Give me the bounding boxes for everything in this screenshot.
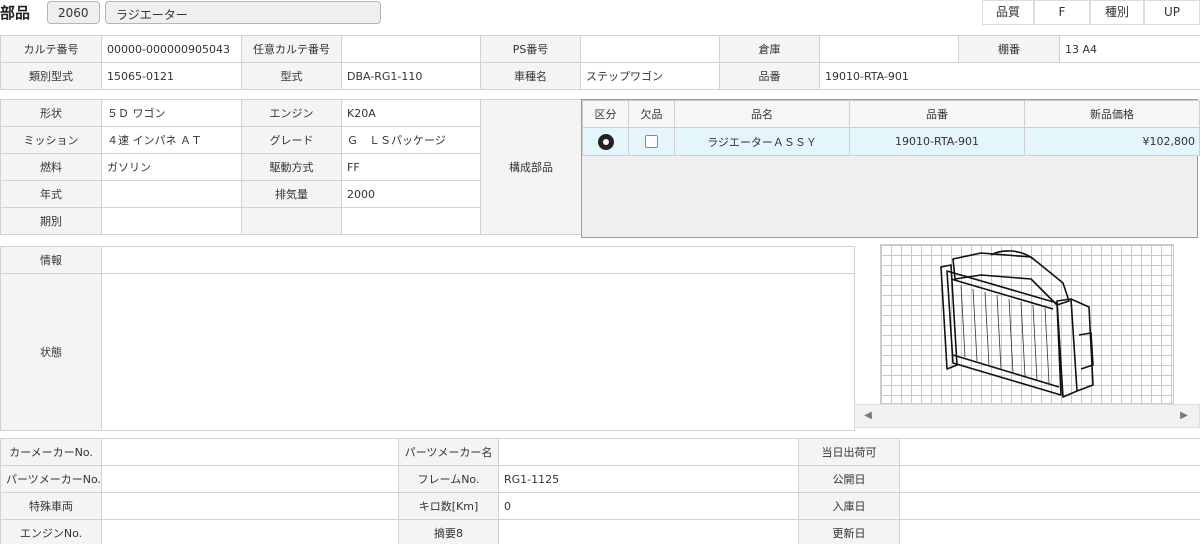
- quality-label: 品質: [982, 0, 1034, 25]
- class-model-label: 類別型式: [0, 62, 102, 90]
- part-no-label: 品番: [719, 62, 820, 90]
- col-part-no: 品番: [849, 100, 1025, 128]
- scroll-right-icon[interactable]: ▶: [1177, 409, 1191, 423]
- engine-value: K20A: [341, 99, 481, 127]
- karte-no-value: 00000-000000905043: [101, 35, 242, 63]
- col-item-name: 品名: [674, 100, 850, 128]
- year-label: 年式: [0, 180, 102, 208]
- row-item-name: ラジエーターＡＳＳＹ: [674, 127, 850, 156]
- part-code-field[interactable]: 2060: [47, 1, 100, 24]
- updated-date-label: 更新日: [798, 519, 900, 544]
- car-name-label: 車種名: [480, 62, 581, 90]
- table-row[interactable]: ラジエーターＡＳＳＹ 19010-RTA-901 ¥102,800: [582, 127, 1200, 156]
- col-new-price: 新品価格: [1024, 100, 1200, 128]
- parts-maker-no-value: [101, 465, 399, 493]
- class-model-value: 15065-0121: [101, 62, 242, 90]
- empty-label: [241, 207, 342, 235]
- shape-label: 形状: [0, 99, 102, 127]
- shelf-label: 棚番: [958, 35, 1060, 63]
- period-label: 期別: [0, 207, 102, 235]
- parts-maker-name-label: パーツメーカー名: [398, 438, 499, 466]
- page-title: 部品: [0, 4, 31, 22]
- displacement-label: 排気量: [241, 180, 342, 208]
- shelf-value: 13 A4: [1059, 35, 1200, 63]
- summary8-value: [498, 519, 799, 544]
- grade-label: グレード: [241, 126, 342, 154]
- notes-table: 情報 状態: [0, 246, 855, 431]
- top-bar: 部品 2060 ラジエーター 品質 F 種別 UP: [0, 0, 1200, 30]
- car-name-value: ステップワゴン: [580, 62, 720, 90]
- summary8-label: 摘要8: [398, 519, 499, 544]
- model-value: DBA-RG1-110: [341, 62, 481, 90]
- period-value: [101, 207, 242, 235]
- ps-no-label: PS番号: [480, 35, 581, 63]
- shape-value: ５Ｄ ワゴン: [101, 99, 242, 127]
- disc-icon: [597, 133, 614, 150]
- warehouse-value: [819, 35, 959, 63]
- mission-value: ４速 インパネ ＡＴ: [101, 126, 242, 154]
- drive-value: FF: [341, 153, 481, 181]
- type-value: UP: [1144, 0, 1200, 25]
- mileage-value: 0: [498, 492, 799, 520]
- same-day-value: [899, 438, 1200, 466]
- arrival-date-value: [899, 492, 1200, 520]
- car-maker-no-label: カーメーカーNo.: [0, 438, 102, 466]
- publish-date-value: [899, 465, 1200, 493]
- part-no-value: 19010-RTA-901: [819, 62, 1200, 90]
- info-value: [101, 246, 855, 274]
- parts-maker-name-value: [498, 438, 799, 466]
- publish-date-label: 公開日: [798, 465, 900, 493]
- opt-karte-value: [341, 35, 481, 63]
- parts-maker-no-label: パーツメーカーNo.: [0, 465, 102, 493]
- updated-date-value: [899, 519, 1200, 544]
- status-label: 状態: [0, 273, 102, 431]
- warehouse-label: 倉庫: [719, 35, 820, 63]
- opt-karte-label: 任意カルテ番号: [241, 35, 342, 63]
- karte-info-table: カルテ番号 00000-000000905043 任意カルテ番号 PS番号 倉庫…: [0, 35, 1200, 90]
- frame-no-value: RG1-1125: [498, 465, 799, 493]
- components-table: 区分 欠品 品名 品番 新品価格 ラジエーターＡＳＳＹ 19010-RTA-90…: [582, 100, 1200, 156]
- grade-value: Ｇ ＬＳパッケージ: [341, 126, 481, 154]
- status-value: [101, 273, 855, 431]
- col-kubun: 区分: [582, 100, 629, 128]
- same-day-label: 当日出荷可: [798, 438, 900, 466]
- part-name-field[interactable]: ラジエーター: [105, 1, 381, 24]
- car-maker-no-value: [101, 438, 399, 466]
- components-label: 構成部品: [480, 99, 582, 235]
- displacement-value: 2000: [341, 180, 481, 208]
- engine-no-label: エンジンNo.: [0, 519, 102, 544]
- arrival-date-label: 入庫日: [798, 492, 900, 520]
- type-label: 種別: [1090, 0, 1144, 25]
- mileage-label: キロ数[Km]: [398, 492, 499, 520]
- part-image-viewer: ◀ ▶: [854, 244, 1200, 430]
- quality-value: F: [1034, 0, 1090, 25]
- frame-no-label: フレームNo.: [398, 465, 499, 493]
- spec-table: 形状 ５Ｄ ワゴン エンジン K20A 構成部品 ミッション ４速 インパネ Ａ…: [0, 99, 582, 235]
- part-image[interactable]: [880, 244, 1174, 404]
- year-value: [101, 180, 242, 208]
- image-scrollbar[interactable]: ◀ ▶: [854, 404, 1200, 428]
- model-label: 型式: [241, 62, 342, 90]
- special-vehicle-label: 特殊車両: [0, 492, 102, 520]
- engine-label: エンジン: [241, 99, 342, 127]
- empty-value: [341, 207, 481, 235]
- karte-no-label: カルテ番号: [0, 35, 102, 63]
- mission-label: ミッション: [0, 126, 102, 154]
- ps-no-value: [580, 35, 720, 63]
- drive-label: 駆動方式: [241, 153, 342, 181]
- info-label: 情報: [0, 246, 102, 274]
- row-part-no: 19010-RTA-901: [849, 127, 1025, 156]
- row-new-price: ¥102,800: [1024, 127, 1200, 156]
- components-panel: 区分 欠品 品名 品番 新品価格 ラジエーターＡＳＳＹ 19010-RTA-90…: [581, 99, 1200, 238]
- radiator-drawing-icon: [940, 250, 1094, 398]
- special-vehicle-value: [101, 492, 399, 520]
- fuel-label: 燃料: [0, 153, 102, 181]
- missing-checkbox[interactable]: [645, 135, 658, 149]
- col-missing: 欠品: [628, 100, 675, 128]
- scroll-left-icon[interactable]: ◀: [861, 409, 875, 423]
- fuel-value: ガソリン: [101, 153, 242, 181]
- bottom-info-table: カーメーカーNo. パーツメーカー名 当日出荷可 パーツメーカーNo. フレーム…: [0, 438, 1200, 544]
- engine-no-value: [101, 519, 399, 544]
